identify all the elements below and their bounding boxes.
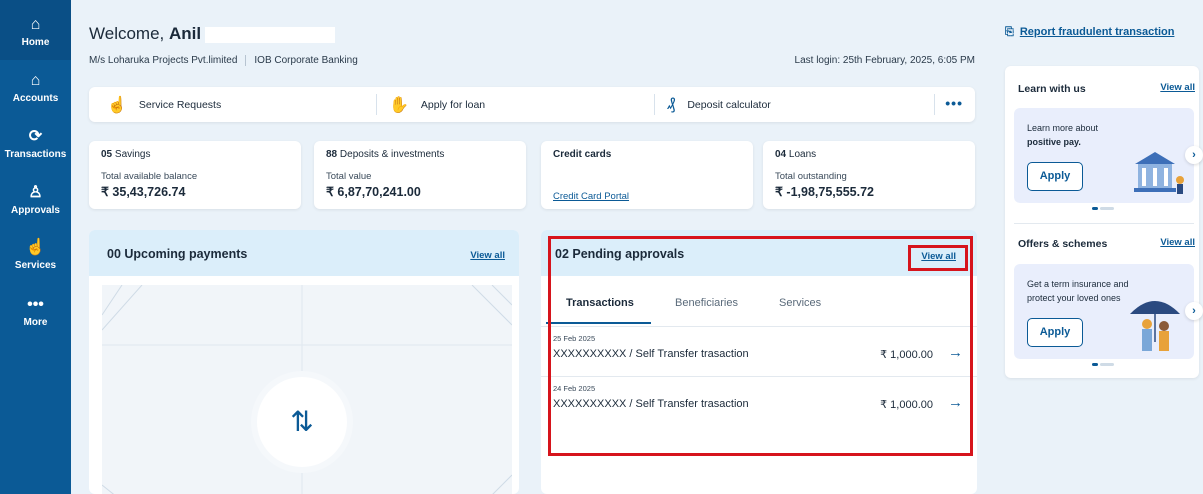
upcoming-payments-title: 00 Upcoming payments <box>107 247 248 261</box>
carousel-dot <box>1100 363 1114 366</box>
card-subtitle: Total available balance <box>101 171 198 182</box>
sidebar-item-label: Services <box>14 260 57 271</box>
loans-label: Loans <box>788 149 817 160</box>
chevron-right-icon[interactable]: › <box>1185 302 1203 320</box>
card-subtitle: Total value <box>326 171 372 182</box>
report-icon: ⎘ <box>1005 26 1014 38</box>
sidebar-item-label: More <box>23 317 48 328</box>
carousel-dots <box>1092 363 1116 366</box>
sidebar-item-transactions[interactable]: ⟳ Transactions <box>0 128 71 160</box>
empty-state-illustration: ⇅ <box>102 285 512 494</box>
card-title: 05 Savings <box>101 149 289 160</box>
upcoming-view-all-link[interactable]: View all <box>470 250 505 261</box>
quick-actions-bar: ☝ Service Requests ✋ Apply for loan ₰ De… <box>89 87 975 122</box>
user-name: Anil <box>169 24 202 43</box>
card-title: Credit cards <box>553 149 612 160</box>
more-icon: ••• <box>27 296 44 313</box>
sidebar-item-accounts[interactable]: ⌂ Accounts <box>0 72 71 104</box>
masked-name <box>205 26 336 43</box>
divider <box>376 94 377 115</box>
divider <box>934 94 935 115</box>
credit-cards-card[interactable]: Credit cards Credit Card Portal <box>541 141 753 209</box>
bank-type: IOB Corporate Banking <box>254 55 358 67</box>
promo-text-bold: positive pay. <box>1027 137 1081 147</box>
deposits-label: Deposits & investments <box>339 149 445 160</box>
right-column: ⎘ Report fraudulent transaction Learn wit… <box>991 0 1203 494</box>
carousel-dot-active <box>1092 363 1098 366</box>
company-name: M/s Loharuka Projects Pvt.limited <box>89 55 238 67</box>
offers-promo-card: Get a term insurance and protect your lo… <box>1014 264 1203 359</box>
welcome-heading: Welcome, Anil <box>89 24 336 44</box>
carousel-dot <box>1100 207 1114 210</box>
apply-button[interactable]: Apply <box>1027 162 1083 191</box>
card-subtitle: Total outstanding <box>775 171 847 182</box>
deposits-card[interactable]: 88 Deposits & investments Total value ₹ … <box>314 141 526 209</box>
sidebar-item-label: Accounts <box>12 93 59 104</box>
transfer-icon: ⇅ <box>257 377 347 467</box>
credit-card-portal-link[interactable]: Credit Card Portal <box>553 191 629 202</box>
loan-icon: ✋ <box>389 96 409 114</box>
carousel-dot-active <box>1092 207 1098 210</box>
company-info: M/s Loharuka Projects Pvt.limited IOB Cor… <box>89 55 358 66</box>
chevron-right-icon[interactable]: › <box>1185 146 1203 164</box>
divider <box>1014 223 1194 224</box>
quick-action-label: Deposit calculator <box>687 98 771 111</box>
savings-count: 05 <box>101 149 113 160</box>
quick-action-label: Apply for loan <box>420 98 486 111</box>
savings-balance: ₹ 35,43,726.74 <box>101 185 186 199</box>
learn-promo-card: Learn more about positive pay. Apply › <box>1014 108 1203 203</box>
divider <box>245 55 247 66</box>
deposits-count: 88 <box>326 149 338 160</box>
sidebar-item-label: Transactions <box>4 149 67 160</box>
savings-label: Savings <box>114 149 151 160</box>
deposits-value: ₹ 6,87,70,241.00 <box>326 185 421 199</box>
learn-title: Learn with us <box>1018 83 1086 95</box>
report-fraud-link[interactable]: ⎘ Report fraudulent transaction <box>1005 26 1174 39</box>
apply-loan-button[interactable]: ✋ Apply for loan <box>389 87 485 122</box>
home-icon: ⌂ <box>30 16 41 33</box>
sidebar-item-services[interactable]: ☝ Services <box>0 239 71 271</box>
card-title: 04 Loans <box>775 149 963 160</box>
highlight-box <box>908 245 968 271</box>
sidebar: ⌂ Home ⌂ Accounts ⟳ Transactions ♙ Appro… <box>0 0 71 494</box>
loans-count: 04 <box>775 149 787 160</box>
service-requests-button[interactable]: ☝ Service Requests <box>107 87 221 122</box>
bank-illustration <box>1134 152 1184 194</box>
service-request-icon: ☝ <box>107 96 127 114</box>
money-bag-icon: ₰ <box>667 95 676 113</box>
bank-icon: ⌂ <box>30 72 41 89</box>
upcoming-payments-panel: 00 Upcoming payments View all ⇅ <box>89 230 519 494</box>
carousel-dots <box>1092 207 1116 210</box>
sidebar-item-more[interactable]: ••• More <box>0 296 71 328</box>
info-card: Learn with us View all Learn more about p… <box>1005 66 1203 378</box>
transfer-icon: ⟳ <box>28 128 43 145</box>
more-actions-button[interactable]: ••• <box>945 95 963 111</box>
apply-button[interactable]: Apply <box>1027 318 1083 347</box>
divider <box>654 94 655 115</box>
panel-header: 00 Upcoming payments View all <box>89 230 519 276</box>
sidebar-item-home[interactable]: ⌂ Home <box>0 0 71 60</box>
welcome-prefix: Welcome, <box>89 24 165 43</box>
learn-view-all-link[interactable]: View all <box>1160 82 1195 93</box>
quick-action-label: Service Requests <box>138 98 222 111</box>
card-title: 88 Deposits & investments <box>326 149 514 160</box>
last-login: Last login: 25th February, 2025, 6:05 PM <box>794 55 975 66</box>
offers-view-all-link[interactable]: View all <box>1160 237 1195 248</box>
report-fraud-label: Report fraudulent transaction <box>1019 26 1175 38</box>
loans-outstanding: ₹ -1,98,75,555.72 <box>775 185 874 199</box>
loans-card[interactable]: 04 Loans Total outstanding ₹ -1,98,75,55… <box>763 141 975 209</box>
promo-text-line: Learn more about <box>1027 123 1099 133</box>
deposit-calculator-button[interactable]: ₰ Deposit calculator <box>667 87 771 122</box>
approval-icon: ♙ <box>28 184 43 201</box>
sidebar-item-approvals[interactable]: ♙ Approvals <box>0 184 71 216</box>
hand-icon: ☝ <box>25 239 46 256</box>
sidebar-item-label: Approvals <box>11 205 60 216</box>
savings-card[interactable]: 05 Savings Total available balance ₹ 35,… <box>89 141 301 209</box>
sidebar-item-label: Home <box>21 37 50 48</box>
main-content: Welcome, Anil M/s Loharuka Projects Pvt.… <box>71 0 991 494</box>
offers-title: Offers & schemes <box>1018 238 1108 250</box>
family-umbrella-illustration <box>1130 301 1180 351</box>
